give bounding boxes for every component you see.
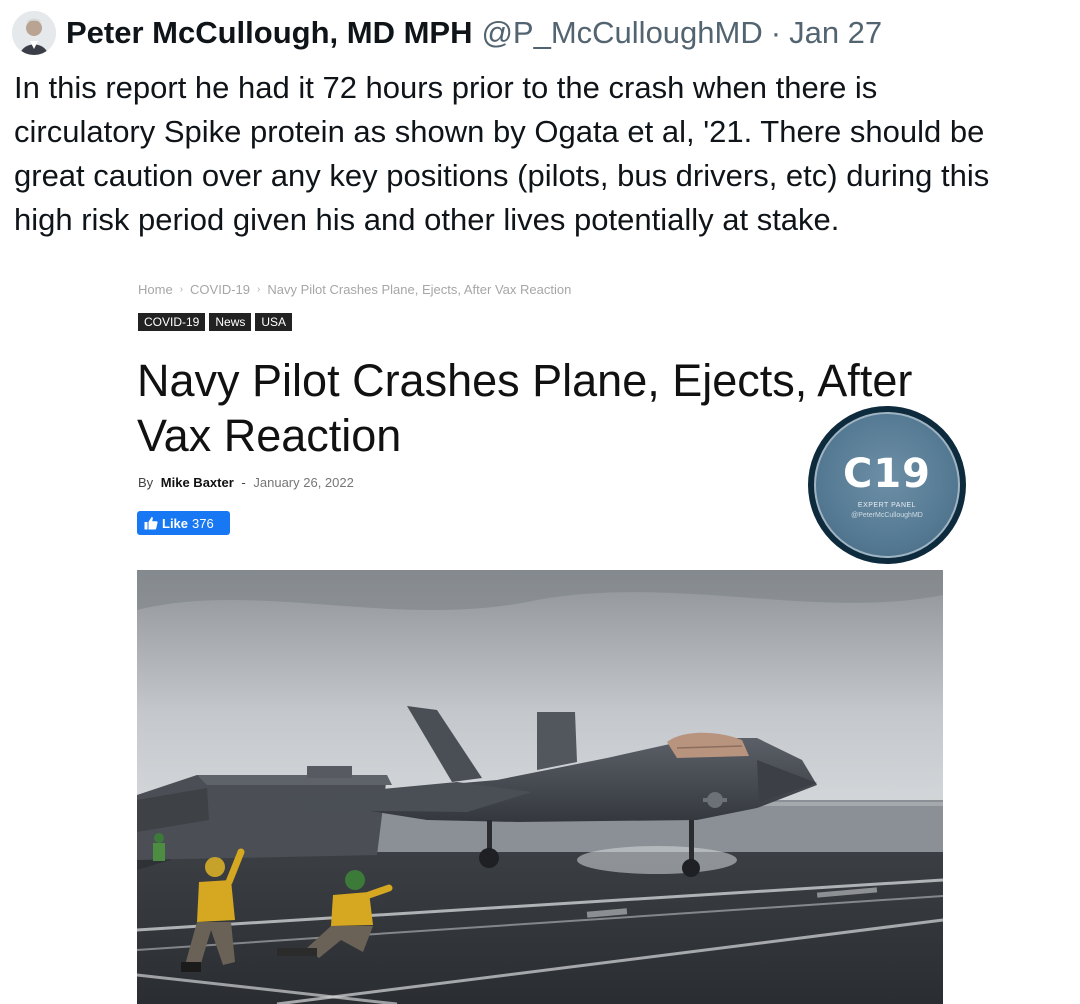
c19-expert-panel-badge: C19 EXPERT PANEL @PeterMcCulloughMD xyxy=(808,406,966,564)
tag-usa[interactable]: USA xyxy=(255,313,293,331)
badge-handle: @PeterMcCulloughMD xyxy=(851,511,923,519)
author-name[interactable]: Peter McCullough, MD MPH xyxy=(66,15,472,51)
like-count: 376 xyxy=(192,515,214,531)
breadcrumb-current: Navy Pilot Crashes Plane, Ejects, After … xyxy=(267,282,572,297)
byline: By Mike Baxter - January 26, 2022 xyxy=(138,475,354,490)
tag-news[interactable]: News xyxy=(209,313,252,331)
breadcrumb-separator: › xyxy=(257,284,261,295)
breadcrumb-home[interactable]: Home xyxy=(138,282,173,297)
tweet-text: In this report he had it 72 hours prior … xyxy=(14,70,990,237)
breadcrumb-separator: › xyxy=(179,284,184,295)
author-handle[interactable]: @P_McCulloughMD xyxy=(481,15,762,51)
avatar[interactable] xyxy=(12,11,56,55)
facebook-like-button[interactable]: Like 376 xyxy=(137,511,230,535)
article-date: January 26, 2022 xyxy=(253,475,354,490)
breadcrumb: Home › COVID-19 › Navy Pilot Crashes Pla… xyxy=(138,282,571,297)
fighter-jet-photo xyxy=(137,570,943,1004)
badge-subtitle: EXPERT PANEL xyxy=(857,501,917,509)
article-author[interactable]: Mike Baxter xyxy=(161,475,234,490)
tag-covid[interactable]: COVID-19 xyxy=(138,313,206,331)
byline-dash: - xyxy=(241,475,246,490)
like-label: Like xyxy=(162,515,189,531)
byline-prefix: By xyxy=(138,475,154,490)
tweet-header: Peter McCullough, MD MPH @P_McCulloughMD… xyxy=(12,10,882,56)
separator-dot: · xyxy=(770,15,782,50)
article-tags: COVID-19 News USA xyxy=(138,313,293,331)
badge-title: C19 xyxy=(842,450,932,497)
tweet-date[interactable]: Jan 27 xyxy=(789,15,882,51)
thumbs-up-icon xyxy=(144,516,158,530)
breadcrumb-covid[interactable]: COVID-19 xyxy=(190,282,250,297)
